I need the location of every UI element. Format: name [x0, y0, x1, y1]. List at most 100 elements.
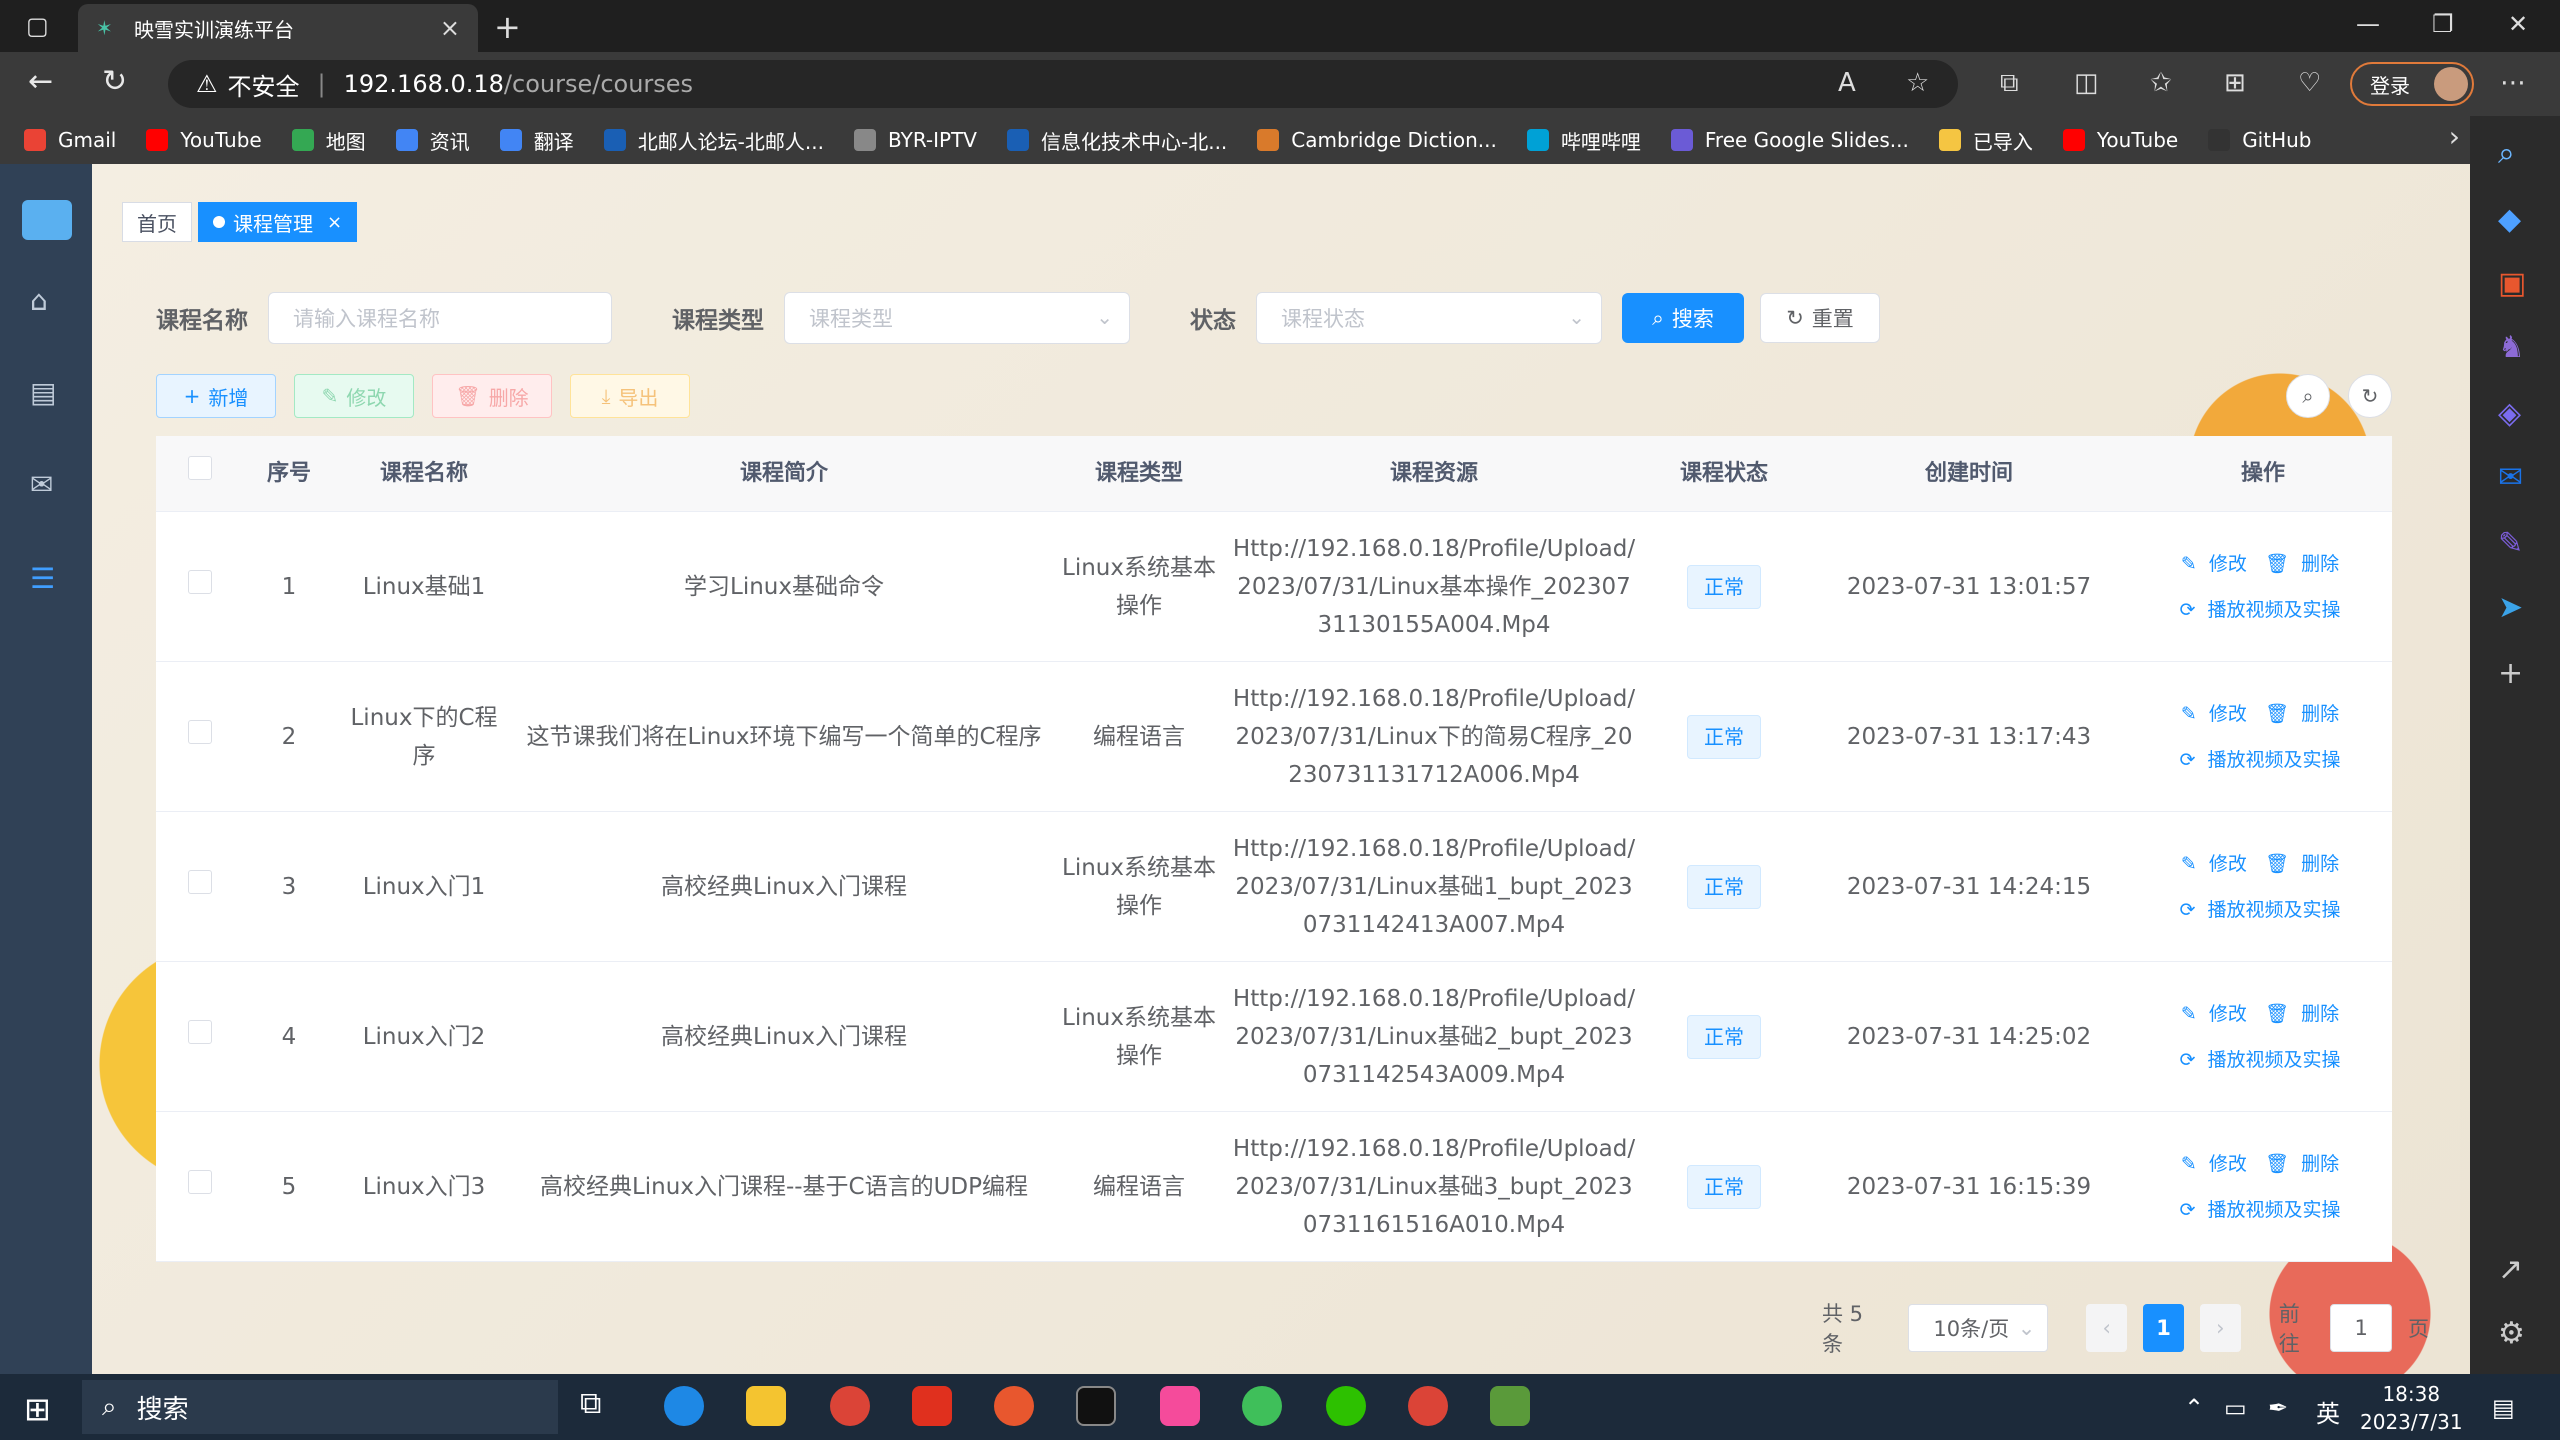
restore-icon[interactable]: ❐ [2432, 10, 2454, 38]
address-bar[interactable]: ⚠ 不安全 | 192.168.0.18 /course/courses [168, 60, 1958, 108]
tray-expand-icon[interactable]: ⌃ [2184, 1394, 2204, 1422]
favorites-icon[interactable]: ✩ [2150, 68, 2172, 98]
task-view-icon[interactable]: ⧉ [580, 1386, 620, 1426]
collections-icon[interactable]: ⊞ [2224, 68, 2246, 98]
bookmark-item[interactable]: Cambridge Diction... [1257, 128, 1497, 152]
row-select-cell[interactable] [156, 1018, 244, 1056]
bookmark-item[interactable]: YouTube [146, 128, 262, 152]
tag-home[interactable]: 首页 [122, 202, 192, 242]
bookmark-item[interactable]: 地图 [291, 126, 366, 155]
message-icon[interactable]: ✉ [30, 468, 53, 501]
row-delete-link[interactable]: 🗑 删除 [2265, 703, 2345, 725]
clock[interactable]: 18:38 2023/7/31 [2360, 1380, 2463, 1436]
chrome-profile-app-icon[interactable] [1408, 1386, 1448, 1426]
refresh-table-button[interactable]: ↻ [2348, 374, 2392, 418]
home-icon[interactable]: ⌂ [30, 284, 48, 317]
chrome-app-icon[interactable] [830, 1386, 870, 1426]
table-row[interactable]: 4 Linux入门2 高校经典Linux入门课程 Linux系统基本操作 Http://… [156, 962, 2392, 1112]
tag-close-icon[interactable]: × [327, 212, 342, 233]
tab-close-icon[interactable]: × [440, 14, 460, 42]
row-play-link[interactable]: ⟳ 播放视频及实操 [2180, 749, 2347, 771]
row-play-link[interactable]: ⟳ 播放视频及实操 [2180, 1199, 2347, 1221]
ime-indicator[interactable]: 英 [2316, 1394, 2340, 1429]
bookmark-item[interactable]: GitHub [2208, 128, 2312, 152]
bookmark-item[interactable]: 翻译 [499, 126, 574, 155]
row-play-link[interactable]: ⟳ 播放视频及实操 [2180, 899, 2347, 921]
table-row[interactable]: 1 Linux基础1 学习Linux基础命令 Linux系统基本操作 Http://19… [156, 512, 2392, 662]
row-delete-link[interactable]: 🗑 删除 [2265, 1153, 2345, 1175]
row-checkbox[interactable] [188, 869, 212, 894]
windows-start-icon[interactable]: ⊞ [24, 1390, 51, 1428]
row-delete-link[interactable]: 🗑 删除 [2265, 1003, 2345, 1025]
prev-page-button[interactable]: ‹ [2086, 1304, 2128, 1352]
sidebar-designer-icon[interactable]: ✎ [2498, 526, 2523, 561]
terminal-app-icon[interactable] [1076, 1386, 1116, 1426]
split-screen-icon[interactable]: ◫ [2074, 68, 2099, 98]
bookmark-item[interactable]: Gmail [24, 128, 116, 152]
sidebar-settings-icon[interactable]: ⚙ [2498, 1316, 2525, 1351]
refresh-icon[interactable]: ↻ [102, 64, 127, 99]
sidebar-games-icon[interactable]: ♞ [2498, 330, 2525, 365]
minimize-icon[interactable]: — [2356, 10, 2380, 38]
sidebar-search-icon[interactable]: ⌕ [2498, 136, 2515, 171]
row-play-link[interactable]: ⟳ 播放视频及实操 [2180, 1049, 2347, 1071]
bookmark-item[interactable]: YouTube [2062, 128, 2178, 152]
course-type-select[interactable]: 课程类型 ⌄ [784, 292, 1130, 344]
favorite-star-icon[interactable]: ☆ [1906, 68, 1929, 98]
sidebar-send-icon[interactable]: ➤ [2498, 590, 2523, 625]
pen-icon[interactable]: ✒ [2268, 1394, 2288, 1422]
bookmarks-more-icon[interactable]: › [2449, 120, 2460, 153]
row-select-cell[interactable] [156, 568, 244, 606]
sidebar-external-icon[interactable]: ↗ [2498, 1252, 2523, 1287]
export-button[interactable]: ⤓ 导出 [570, 374, 690, 418]
tool-app-icon[interactable] [1490, 1386, 1530, 1426]
row-delete-link[interactable]: 🗑 删除 [2265, 553, 2345, 575]
table-row[interactable]: 2 Linux下的C程序 这节课我们将在Linux环境下编写一个简单的C程序 编程语言… [156, 662, 2392, 812]
select-all-checkbox[interactable] [188, 455, 212, 480]
battery-icon[interactable]: ▭ [2224, 1394, 2247, 1422]
app-icon[interactable] [1242, 1386, 1282, 1426]
goto-input[interactable]: 1 [2330, 1304, 2392, 1352]
row-delete-link[interactable]: 🗑 删除 [2265, 853, 2345, 875]
notification-icon[interactable]: ▤ [2492, 1394, 2515, 1422]
page-number[interactable]: 1 [2143, 1304, 2184, 1352]
tag-course-management[interactable]: 课程管理 × [198, 202, 358, 242]
row-play-link[interactable]: ⟳ 播放视频及实操 [2180, 599, 2347, 621]
status-select[interactable]: 课程状态 ⌄ [1256, 292, 1602, 344]
sidebar-copilot-icon[interactable]: ◈ [2498, 396, 2521, 431]
bookmark-item[interactable]: 信息化技术中心-北... [1007, 126, 1227, 155]
add-button[interactable]: + 新增 [156, 374, 276, 418]
tab-actions-icon[interactable]: ▢ [26, 12, 49, 40]
bookmark-item[interactable]: BYR-IPTV [853, 128, 977, 152]
bookmark-item[interactable]: 资讯 [395, 126, 470, 155]
table-row[interactable]: 5 Linux入门3 高校经典Linux入门课程--基于C语言的UDP编程 编程语言 H… [156, 1112, 2392, 1262]
row-edit-link[interactable]: ✎ 修改 [2181, 853, 2253, 875]
row-select-cell[interactable] [156, 868, 244, 906]
taskbar-search[interactable]: ⌕ 搜索 [82, 1380, 558, 1434]
select-all-cell[interactable] [156, 455, 244, 493]
back-icon[interactable]: ← [28, 64, 53, 99]
sidebar-outlook-icon[interactable]: ✉ [2498, 460, 2523, 495]
more-menu-icon[interactable]: ⋯ [2500, 68, 2526, 98]
row-checkbox[interactable] [188, 1019, 212, 1044]
extensions-icon[interactable]: ⧉ [2000, 68, 2019, 99]
file-explorer-icon[interactable] [746, 1386, 786, 1426]
edit-button[interactable]: ✎ 修改 [294, 374, 414, 418]
new-tab-button[interactable]: + [494, 8, 521, 46]
sidebar-tag-icon[interactable]: ◆ [2498, 202, 2521, 237]
row-edit-link[interactable]: ✎ 修改 [2181, 1153, 2253, 1175]
edge-app-icon[interactable] [664, 1386, 704, 1426]
sidebar-add-icon[interactable]: + [2498, 656, 2523, 691]
course-name-input[interactable]: 请输入课程名称 [268, 292, 612, 344]
row-edit-link[interactable]: ✎ 修改 [2181, 553, 2253, 575]
search-button[interactable]: ⌕ 搜索 [1622, 293, 1744, 343]
delete-button[interactable]: 🗑 删除 [432, 374, 552, 418]
next-page-button[interactable]: › [2199, 1304, 2241, 1352]
netease-app-icon[interactable] [994, 1386, 1034, 1426]
toggle-search-button[interactable]: ⌕ [2286, 374, 2330, 418]
close-window-icon[interactable]: ✕ [2508, 10, 2528, 38]
wps-app-icon[interactable] [912, 1386, 952, 1426]
intellij-app-icon[interactable] [1160, 1386, 1200, 1426]
bookmark-item[interactable]: Free Google Slides... [1670, 128, 1909, 152]
browser-tab[interactable]: ✶ 映雪实训演练平台 × [78, 4, 478, 52]
